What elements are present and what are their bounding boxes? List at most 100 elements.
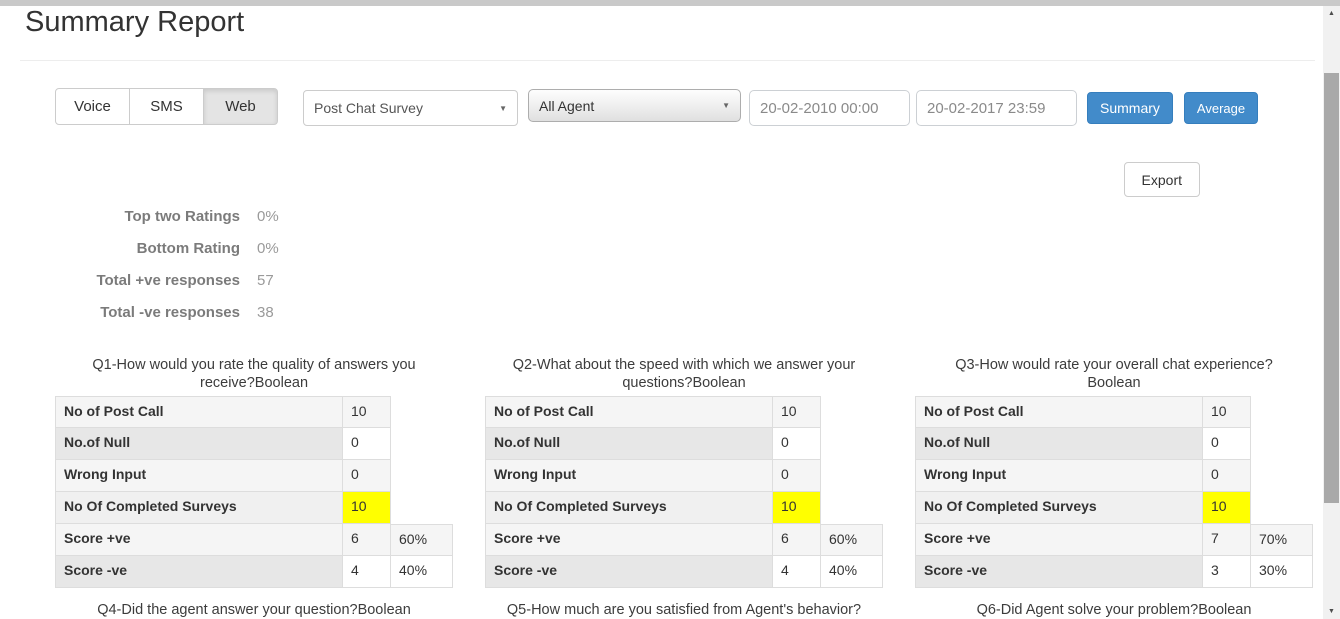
next-question-title: Q4-Did the agent answer your question?Bo… bbox=[55, 602, 453, 618]
stat-label: Total +ve responses bbox=[25, 272, 240, 289]
row-value: 10 bbox=[343, 396, 391, 428]
row-label: Wrong Input bbox=[915, 460, 1203, 492]
table-row: No Of Completed Surveys10 bbox=[485, 492, 883, 524]
stat-value: 38 bbox=[257, 304, 274, 321]
row-value: 6 bbox=[343, 524, 391, 556]
question-table: No of Post Call10No.of Null0Wrong Input0… bbox=[915, 396, 1313, 588]
row-label: Score +ve bbox=[55, 524, 343, 556]
table-row: Score +ve660% bbox=[55, 524, 453, 556]
row-label: No of Post Call bbox=[55, 396, 343, 428]
header-divider bbox=[20, 60, 1315, 61]
table-row: No.of Null0 bbox=[55, 428, 453, 460]
row-label: Score -ve bbox=[55, 556, 343, 588]
next-question-title: Q5-How much are you satisfied from Agent… bbox=[485, 602, 883, 618]
export-button[interactable]: Export bbox=[1124, 162, 1200, 197]
table-row: Wrong Input0 bbox=[55, 460, 453, 492]
row-label: No of Post Call bbox=[485, 396, 773, 428]
date-to-input[interactable]: 20-02-2017 23:59 bbox=[916, 90, 1077, 126]
row-label: No Of Completed Surveys bbox=[55, 492, 343, 524]
row-value: 4 bbox=[343, 556, 391, 588]
agent-select-value: All Agent bbox=[539, 98, 594, 114]
stat-label: Total -ve responses bbox=[25, 304, 240, 321]
row-label: Wrong Input bbox=[485, 460, 773, 492]
toolbar: VoiceSMSWeb Post Chat Survey ▼ All Agent… bbox=[55, 88, 1258, 126]
tab-sms[interactable]: SMS bbox=[129, 88, 204, 125]
row-label: Score +ve bbox=[485, 524, 773, 556]
question-table: No of Post Call10No.of Null0Wrong Input0… bbox=[485, 396, 883, 588]
survey-select[interactable]: Post Chat Survey ▼ bbox=[303, 90, 518, 126]
next-question-titles: Q4-Did the agent answer your question?Bo… bbox=[55, 602, 1340, 618]
row-value: 3 bbox=[1203, 556, 1251, 588]
row-percent: 60% bbox=[391, 524, 453, 556]
channel-tab-group: VoiceSMSWeb bbox=[55, 88, 278, 125]
row-label: Wrong Input bbox=[55, 460, 343, 492]
tab-voice[interactable]: Voice bbox=[55, 88, 130, 125]
scrollbar-thumb[interactable] bbox=[1324, 73, 1339, 503]
stat-value: 0% bbox=[257, 240, 279, 257]
question-title: Q1-How would you rate the quality of ans… bbox=[55, 356, 453, 394]
question-title: Q2-What about the speed with which we an… bbox=[485, 356, 883, 394]
stat-row: Total -ve responses 38 bbox=[25, 296, 279, 328]
table-row: No.of Null0 bbox=[485, 428, 883, 460]
row-value: 10 bbox=[773, 396, 821, 428]
chevron-down-icon: ▼ bbox=[722, 101, 730, 110]
question-column: Q3-How would rate your overall chat expe… bbox=[915, 356, 1313, 588]
row-value: 10 bbox=[773, 492, 821, 524]
vertical-scrollbar[interactable]: ▲ ▼ bbox=[1323, 6, 1340, 619]
row-value: 6 bbox=[773, 524, 821, 556]
row-label: No.of Null bbox=[55, 428, 343, 460]
question-column: Q1-How would you rate the quality of ans… bbox=[55, 356, 453, 588]
window-top-edge bbox=[0, 0, 1340, 6]
row-label: Score -ve bbox=[915, 556, 1203, 588]
agent-select[interactable]: All Agent ▼ bbox=[528, 89, 741, 122]
row-label: Score -ve bbox=[485, 556, 773, 588]
stat-row: Bottom Rating 0% bbox=[25, 232, 279, 264]
row-value: 10 bbox=[1203, 396, 1251, 428]
table-row: No Of Completed Surveys10 bbox=[915, 492, 1313, 524]
scroll-down-icon[interactable]: ▼ bbox=[1323, 604, 1340, 619]
summary-stats: Top two Ratings 0% Bottom Rating 0% Total +v… bbox=[25, 200, 279, 328]
row-value: 0 bbox=[343, 460, 391, 492]
summary-button[interactable]: Summary bbox=[1087, 92, 1173, 124]
table-row: No of Post Call10 bbox=[55, 396, 453, 428]
table-row: Wrong Input0 bbox=[915, 460, 1313, 492]
table-row: Score -ve330% bbox=[915, 556, 1313, 588]
stat-value: 0% bbox=[257, 208, 279, 225]
table-row: Score +ve770% bbox=[915, 524, 1313, 556]
table-row: Score -ve440% bbox=[485, 556, 883, 588]
row-value: 0 bbox=[773, 460, 821, 492]
row-percent: 40% bbox=[821, 556, 883, 588]
row-label: No Of Completed Surveys bbox=[915, 492, 1203, 524]
row-value: 10 bbox=[343, 492, 391, 524]
stat-label: Top two Ratings bbox=[25, 208, 240, 225]
next-question-title: Q6-Did Agent solve your problem?Boolean bbox=[915, 602, 1313, 618]
row-label: No of Post Call bbox=[915, 396, 1203, 428]
table-row: No of Post Call10 bbox=[485, 396, 883, 428]
chevron-down-icon: ▼ bbox=[499, 104, 507, 113]
table-row: Wrong Input0 bbox=[485, 460, 883, 492]
stat-label: Bottom Rating bbox=[25, 240, 240, 257]
row-value: 0 bbox=[1203, 428, 1251, 460]
row-value: 7 bbox=[1203, 524, 1251, 556]
row-value: 10 bbox=[1203, 492, 1251, 524]
row-percent: 30% bbox=[1251, 556, 1313, 588]
table-row: No Of Completed Surveys10 bbox=[55, 492, 453, 524]
date-from-input[interactable]: 20-02-2010 00:00 bbox=[749, 90, 910, 126]
tab-web[interactable]: Web bbox=[203, 88, 278, 125]
row-percent: 70% bbox=[1251, 524, 1313, 556]
row-label: Score +ve bbox=[915, 524, 1203, 556]
average-button[interactable]: Average bbox=[1184, 92, 1258, 124]
row-label: No.of Null bbox=[485, 428, 773, 460]
question-table: No of Post Call10No.of Null0Wrong Input0… bbox=[55, 396, 453, 588]
row-value: 0 bbox=[343, 428, 391, 460]
page-title: Summary Report bbox=[25, 6, 244, 39]
question-tables: Q1-How would you rate the quality of ans… bbox=[55, 356, 1313, 588]
scroll-up-icon[interactable]: ▲ bbox=[1323, 6, 1340, 21]
stat-value: 57 bbox=[257, 272, 274, 289]
row-value: 4 bbox=[773, 556, 821, 588]
stat-row: Top two Ratings 0% bbox=[25, 200, 279, 232]
table-row: Score -ve440% bbox=[55, 556, 453, 588]
row-percent: 40% bbox=[391, 556, 453, 588]
row-label: No.of Null bbox=[915, 428, 1203, 460]
row-value: 0 bbox=[773, 428, 821, 460]
